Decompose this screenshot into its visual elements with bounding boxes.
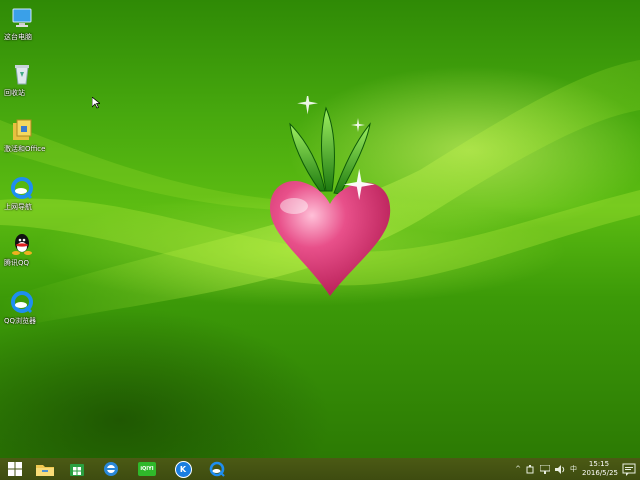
iqiyi-icon: iQIYI	[138, 462, 156, 476]
taskbar-store[interactable]	[62, 458, 92, 480]
ime-indicator[interactable]: 中	[570, 464, 577, 474]
office-activation-icon	[10, 118, 34, 142]
radish-heart-logo	[270, 96, 391, 296]
clock-time: 15:15	[588, 460, 610, 468]
taskbar-file-explorer[interactable]	[30, 458, 60, 480]
network-icon[interactable]	[540, 464, 550, 474]
desktop-icon-qq[interactable]: 腾讯QQ	[4, 232, 40, 268]
taskbar: iQIYI K ^ 中 15:15 2016/5/25	[0, 458, 640, 480]
taskbar-kugou[interactable]: K	[168, 458, 198, 480]
mouse-cursor-icon	[92, 97, 100, 109]
desktop-icon-label: 这台电脑	[4, 33, 32, 41]
recycle-bin-icon	[10, 62, 34, 86]
taskbar-ie[interactable]	[96, 458, 126, 480]
computer-icon	[10, 6, 34, 30]
store-icon	[70, 464, 84, 476]
desktop-icon-label: QQ浏览器	[4, 317, 37, 325]
desktop-icon-browser-nav[interactable]: 上网导航	[4, 176, 40, 212]
clock-date: 2016/5/25	[582, 469, 618, 477]
start-button[interactable]	[0, 458, 30, 480]
taskbar-iqiyi[interactable]: iQIYI	[132, 458, 162, 480]
qq-icon	[10, 232, 34, 256]
desktop-icon-qq-browser[interactable]: QQ浏览器	[4, 290, 40, 326]
desktop-icon-label: 上网导航	[4, 203, 32, 211]
browser-nav-icon	[10, 176, 34, 200]
desktop-wallpaper: 这台电脑 回收站 激活和Office 上网导航 腾讯QQ QQ浏览器	[0, 0, 640, 458]
qq-browser-icon	[209, 461, 225, 477]
desktop-icon-recycle-bin[interactable]: 回收站	[4, 62, 40, 98]
desktop-icon-this-pc[interactable]: 这台电脑	[4, 6, 40, 42]
volume-icon[interactable]	[555, 464, 565, 474]
qq-browser-icon	[10, 290, 34, 314]
windows-start-icon	[8, 462, 22, 476]
action-center-icon[interactable]	[622, 462, 636, 476]
desktop-icon-office-activation[interactable]: 激活和Office	[4, 118, 46, 154]
system-tray: ^ 中 15:15 2016/5/25	[515, 458, 640, 480]
kugou-icon: K	[174, 460, 192, 478]
desktop-icon-label: 激活和Office	[4, 145, 46, 153]
power-icon[interactable]	[526, 464, 535, 474]
desktop-icon-label: 腾讯QQ	[4, 259, 30, 267]
taskbar-qq-browser[interactable]	[202, 458, 232, 480]
ie-icon	[104, 462, 118, 476]
file-explorer-icon	[36, 465, 54, 476]
desktop-icon-label: 回收站	[4, 89, 25, 97]
show-hidden-icons-chevron[interactable]: ^	[515, 465, 521, 473]
clock[interactable]: 15:15 2016/5/25	[582, 460, 618, 478]
